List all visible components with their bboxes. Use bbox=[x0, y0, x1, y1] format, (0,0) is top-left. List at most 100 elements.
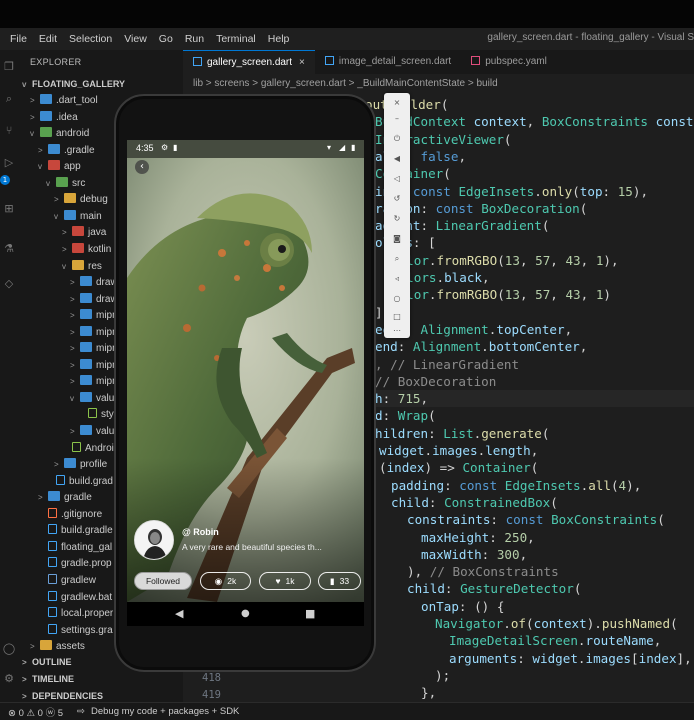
zoom-icon[interactable]: ⌕ bbox=[384, 251, 410, 267]
debug-config[interactable]: Debug my code + packages + SDK bbox=[91, 706, 239, 717]
tree-item[interactable]: settings.gra bbox=[38, 623, 113, 640]
debug-icon: ⇨ bbox=[77, 706, 85, 717]
menu-file[interactable]: File bbox=[0, 33, 33, 45]
tab-gallery-screen[interactable]: gallery_screen.dart × bbox=[183, 50, 315, 74]
heart-icon: ♥ bbox=[275, 576, 281, 586]
tree-item[interactable]: v src bbox=[46, 176, 85, 193]
tree-item[interactable]: > mipm bbox=[70, 358, 120, 375]
dependencies-section[interactable]: > DEPENDENCIES bbox=[18, 688, 183, 702]
likes-button[interactable]: ♥ 1k bbox=[259, 572, 311, 590]
camera-icon[interactable]: ◙ bbox=[384, 231, 410, 247]
tree-item-label: gradlew bbox=[61, 574, 97, 586]
project-root[interactable]: v FLOATING_GALLERY bbox=[22, 76, 125, 93]
tree-item[interactable]: > .dart_tool bbox=[30, 93, 98, 110]
back-button[interactable]: ‹ bbox=[135, 160, 149, 174]
tree-item[interactable]: > profile bbox=[54, 457, 107, 474]
folder-icon bbox=[80, 425, 92, 435]
dart-file-icon bbox=[193, 57, 202, 66]
tree-item[interactable]: > gradle bbox=[38, 490, 92, 507]
settings-gear-icon[interactable]: ⚙ bbox=[0, 670, 18, 688]
tree-item[interactable]: floating_gal bbox=[38, 540, 112, 557]
folder-icon bbox=[56, 176, 68, 187]
menu-bar: File Edit Selection View Go Run Terminal… bbox=[0, 28, 694, 50]
menu-view[interactable]: View bbox=[118, 33, 153, 45]
tree-item[interactable]: > mipm bbox=[70, 341, 120, 358]
tree-item[interactable]: > java bbox=[62, 225, 106, 242]
tree-item[interactable]: gradlew.bat bbox=[38, 590, 112, 607]
nav-home-icon[interactable]: ● bbox=[241, 608, 250, 619]
tree-item[interactable]: v main bbox=[54, 209, 102, 226]
explorer-icon[interactable]: ❐ bbox=[0, 58, 18, 76]
rotate-right-icon[interactable]: ↻ bbox=[384, 211, 410, 227]
run-debug-icon[interactable]: ▷ bbox=[0, 154, 18, 172]
menu-run[interactable]: Run bbox=[179, 33, 210, 45]
avatar[interactable] bbox=[134, 520, 174, 560]
minimize-icon[interactable]: – bbox=[384, 111, 410, 127]
account-icon[interactable]: ◯ bbox=[0, 640, 18, 658]
testing-icon[interactable]: ⚗ bbox=[0, 240, 18, 258]
extensions-icon[interactable]: ⊞ bbox=[0, 200, 18, 218]
tree-item-label: java bbox=[88, 227, 107, 239]
tree-item[interactable]: v res bbox=[62, 259, 102, 276]
tree-item[interactable]: local.proper bbox=[38, 606, 113, 623]
tree-item[interactable]: > mipm bbox=[70, 374, 120, 391]
source-control-icon[interactable]: ⑂ bbox=[0, 122, 18, 140]
menu-help[interactable]: Help bbox=[262, 33, 296, 45]
close-icon[interactable]: × bbox=[299, 57, 305, 68]
phone-screen: 4:35 ⚙ ▮ ▾ ◢ ▮ ‹ @ Robin A very rare and… bbox=[127, 140, 364, 602]
tree-item[interactable]: > .idea bbox=[30, 110, 78, 127]
problems-counter[interactable]: ⊗ 0 ⚠ 0 ⓦ 5 bbox=[8, 705, 63, 719]
tree-item[interactable]: gradlew bbox=[38, 573, 96, 590]
more-icon[interactable]: ⋯ bbox=[384, 323, 410, 339]
tree-item-label: .dart_tool bbox=[56, 95, 98, 106]
settings-gear-icon: ⚙ bbox=[161, 143, 169, 152]
breadcrumb[interactable]: lib > screens > gallery_screen.dart > _B… bbox=[183, 74, 694, 94]
rotate-left-icon[interactable]: ↺ bbox=[384, 191, 410, 207]
tree-item[interactable]: > mipm bbox=[70, 325, 120, 342]
volume-down-icon[interactable]: ◁ bbox=[384, 171, 410, 187]
views-button[interactable]: ◉ 2k bbox=[200, 572, 251, 590]
folder-icon bbox=[72, 242, 84, 253]
tree-item[interactable]: .gitignore bbox=[38, 507, 102, 524]
tree-item[interactable]: > .gradle bbox=[38, 143, 95, 160]
chevron-right-icon: > bbox=[70, 311, 75, 321]
tree-item[interactable]: gradle.prop bbox=[38, 556, 112, 573]
code-line: }, bbox=[421, 685, 437, 701]
code-line: constraints: const BoxConstraints( bbox=[407, 512, 665, 528]
search-icon[interactable]: ⌕ bbox=[0, 90, 18, 108]
post-caption: A very rare and beautiful species th... bbox=[182, 542, 322, 552]
tree-item[interactable]: Android bbox=[62, 441, 119, 458]
power-icon[interactable]: ⏻ bbox=[384, 131, 410, 147]
folder-icon bbox=[80, 375, 92, 386]
tree-item[interactable]: > mipm bbox=[70, 308, 120, 325]
code-line: // BoxDecoration bbox=[375, 373, 497, 389]
flutter-icon[interactable]: ◇ bbox=[0, 275, 18, 293]
nav-back-icon[interactable]: ◀ bbox=[175, 607, 183, 620]
chevron-right-icon: > bbox=[62, 244, 67, 254]
volume-up-icon[interactable]: ◀ bbox=[384, 151, 410, 167]
code-line: , // LinearGradient bbox=[375, 356, 520, 372]
file-icon bbox=[48, 524, 57, 535]
menu-selection[interactable]: Selection bbox=[63, 33, 118, 45]
timeline-section[interactable]: > TIMELINE bbox=[18, 671, 183, 688]
menu-edit[interactable]: Edit bbox=[33, 33, 63, 45]
menu-go[interactable]: Go bbox=[153, 33, 179, 45]
tree-item[interactable]: v app bbox=[38, 159, 81, 176]
tree-item[interactable]: build.gradle bbox=[38, 523, 113, 540]
tree-item[interactable]: > kotlin bbox=[62, 242, 111, 259]
followed-button[interactable]: Followed bbox=[134, 572, 192, 590]
tree-item-label: gradle.prop bbox=[61, 558, 112, 570]
tab-image-detail-screen[interactable]: image_detail_screen.dart bbox=[315, 50, 461, 74]
tree-item[interactable]: v android bbox=[30, 126, 89, 143]
menu-terminal[interactable]: Terminal bbox=[210, 33, 262, 45]
home-icon[interactable]: ○ bbox=[384, 291, 410, 307]
saves-button[interactable]: ▮ 33 bbox=[318, 572, 361, 590]
tree-item[interactable]: build.grad bbox=[46, 474, 113, 491]
tree-item[interactable]: > debug bbox=[54, 192, 108, 209]
close-icon[interactable]: × bbox=[384, 95, 410, 111]
chevron-down-icon: v bbox=[46, 178, 50, 188]
nav-overview-icon[interactable]: ■ bbox=[305, 607, 315, 620]
author-name[interactable]: @ Robin bbox=[182, 527, 219, 537]
back-icon[interactable]: ◃ bbox=[384, 271, 410, 287]
tab-pubspec[interactable]: pubspec.yaml bbox=[461, 50, 557, 74]
